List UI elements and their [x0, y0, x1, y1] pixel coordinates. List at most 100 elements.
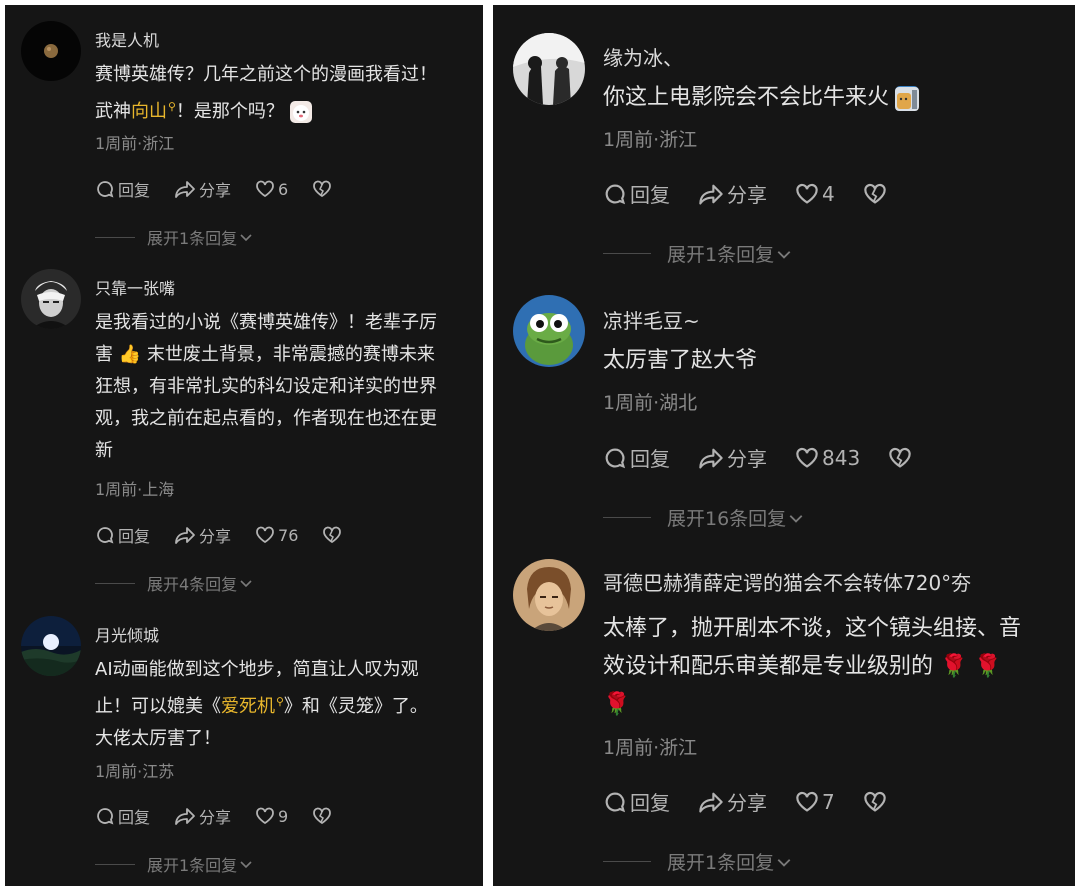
username[interactable]: 我是人机 — [95, 27, 159, 51]
avatar[interactable] — [513, 295, 585, 367]
expand-label: 展开16条回复 — [667, 508, 787, 530]
expand-replies-button[interactable]: 展开1条回复 — [95, 225, 253, 249]
avatar[interactable] — [21, 269, 81, 329]
like-button[interactable]: 76 — [255, 526, 298, 545]
comment-panel-left: 我是人机 赛博英雄传？几年之前这个的漫画我看过！ 武神向山⚲！是那个吗？ 1周前… — [5, 5, 483, 886]
dislike-button[interactable] — [863, 183, 887, 205]
avatar[interactable] — [21, 616, 81, 676]
share-label: 分享 — [727, 183, 767, 207]
share-label: 分享 — [199, 808, 232, 827]
expand-replies-button[interactable]: 展开1条回复 — [603, 240, 792, 267]
username[interactable]: 只靠一张嘴 — [95, 275, 175, 299]
share-button[interactable]: 分享 — [698, 443, 767, 472]
comment-actions: 回复 分享 7 — [603, 787, 915, 816]
comment-actions: 回复 分享 6 — [95, 177, 356, 201]
share-button[interactable]: 分享 — [174, 804, 231, 828]
expand-replies-button[interactable]: 展开16条回复 — [603, 504, 804, 531]
share-label: 分享 — [727, 791, 767, 815]
heart-icon — [796, 183, 818, 204]
reply-button[interactable]: 回复 — [95, 523, 150, 547]
username[interactable]: 凉拌毛豆~ — [603, 305, 700, 334]
search-link[interactable]: 爱死机⚲ — [221, 695, 284, 717]
comment-text: 太厉害了赵大爷 — [603, 342, 757, 380]
like-button[interactable]: 9 — [255, 807, 288, 826]
comment-text: 赛博英雄传？几年之前这个的漫画我看过！ 武神向山⚲！是那个吗？ — [95, 59, 437, 128]
comment-line: 太厉害了赵大爷 — [603, 348, 758, 373]
reply-button[interactable]: 回复 — [603, 787, 670, 816]
like-count: 76 — [278, 525, 299, 545]
reply-button[interactable]: 回复 — [603, 443, 670, 472]
like-button[interactable]: 7 — [795, 790, 835, 814]
expand-label: 展开1条回复 — [667, 852, 775, 874]
dislike-button[interactable] — [863, 791, 887, 813]
reply-button[interactable]: 回复 — [603, 179, 670, 208]
reply-icon — [605, 448, 626, 468]
link-text: 爱死机 — [221, 696, 275, 717]
reply-icon — [97, 527, 114, 544]
reply-button[interactable]: 回复 — [95, 804, 150, 828]
broken-heart-icon — [889, 447, 911, 468]
reply-label: 回复 — [630, 447, 670, 471]
comment-text: AI动画能做到这个地步，简直让人叹为观 止！可以媲美《爱死机⚲》和《灵笼》了。 … — [95, 654, 428, 755]
chevron-down-icon — [240, 234, 252, 242]
expand-replies-button[interactable]: 展开1条回复 — [95, 852, 253, 876]
comment-actions: 回复 分享 4 — [603, 179, 915, 208]
like-count: 9 — [278, 806, 289, 826]
comment-line: 狂想，有非常扎实的科幻设定和详实的世界 — [95, 376, 437, 397]
comment-actions: 回复 分享 843 — [603, 443, 940, 472]
divider-line — [95, 863, 135, 865]
share-icon — [699, 792, 723, 813]
dislike-button[interactable] — [312, 807, 332, 825]
dislike-button[interactable] — [322, 526, 342, 544]
reply-icon — [605, 792, 626, 812]
username[interactable]: 哥德巴赫猜薛定谔的猫会不会转体720°夯 — [603, 567, 971, 596]
like-count: 6 — [278, 179, 289, 199]
heart-icon — [256, 526, 274, 544]
comment-meta: 1周前·江苏 — [95, 762, 175, 781]
expand-label: 展开1条回复 — [147, 229, 238, 248]
share-button[interactable]: 分享 — [698, 787, 767, 816]
comment-line: 赛博英雄传？几年之前这个的漫画我看过！ — [95, 64, 437, 85]
username[interactable]: 月光倾城 — [95, 622, 159, 646]
comment-actions: 回复 分享 76 — [95, 523, 366, 547]
like-button[interactable]: 4 — [795, 182, 835, 206]
divider-line — [603, 861, 651, 862]
comment-line: 武神向山⚲！是那个吗？ — [95, 91, 437, 128]
like-count: 843 — [822, 445, 861, 470]
share-button[interactable]: 分享 — [174, 523, 231, 547]
reply-icon — [97, 181, 114, 198]
comment-line: 你这上电影院会不会比牛来火 — [603, 79, 920, 117]
dislike-button[interactable] — [888, 447, 912, 469]
share-label: 分享 — [199, 181, 232, 200]
avatar[interactable] — [513, 559, 585, 631]
broken-heart-icon — [323, 526, 342, 544]
like-button[interactable]: 6 — [255, 180, 288, 199]
comment-line: 大佬太厉害了！ — [95, 728, 221, 749]
divider-line — [603, 253, 651, 254]
like-count: 4 — [822, 181, 835, 206]
comment-meta: 1周前·上海 — [95, 480, 175, 499]
reply-label: 回复 — [118, 808, 151, 827]
comment-panel-right: 缘为冰、 你这上电影院会不会比牛来火 1周前·浙江 回复 分享 4 展开1条回复… — [493, 5, 1075, 886]
comment-text: 太棒了，抛开剧本不谈，这个镜头组接、音 效设计和配乐审美都是专业级别的 🌹 🌹 … — [603, 610, 1021, 724]
comment-meta: 1周前·浙江 — [603, 737, 698, 759]
comment-line: 太棒了，抛开剧本不谈，这个镜头组接、音 — [603, 616, 1022, 641]
share-button[interactable]: 分享 — [698, 179, 767, 208]
comment-line: 止！可以媲美《爱死机⚲》和《灵笼》了。 — [95, 686, 428, 723]
reply-button[interactable]: 回复 — [95, 177, 150, 201]
heart-icon — [256, 180, 274, 198]
like-button[interactable]: 843 — [795, 446, 860, 470]
username[interactable]: 缘为冰、 — [603, 42, 683, 71]
comment-line: AI动画能做到这个地步，简直让人叹为观 — [95, 659, 419, 680]
share-label: 分享 — [199, 527, 232, 546]
avatar[interactable] — [21, 21, 81, 81]
dislike-button[interactable] — [312, 180, 332, 198]
chevron-down-icon — [240, 861, 252, 869]
comment-actions: 回复 分享 9 — [95, 804, 356, 828]
expand-replies-button[interactable]: 展开1条回复 — [603, 848, 792, 875]
share-button[interactable]: 分享 — [174, 177, 231, 201]
avatar[interactable] — [513, 33, 585, 105]
search-link[interactable]: 向山⚲ — [131, 100, 176, 122]
share-icon — [175, 181, 195, 198]
expand-replies-button[interactable]: 展开4条回复 — [95, 571, 253, 595]
